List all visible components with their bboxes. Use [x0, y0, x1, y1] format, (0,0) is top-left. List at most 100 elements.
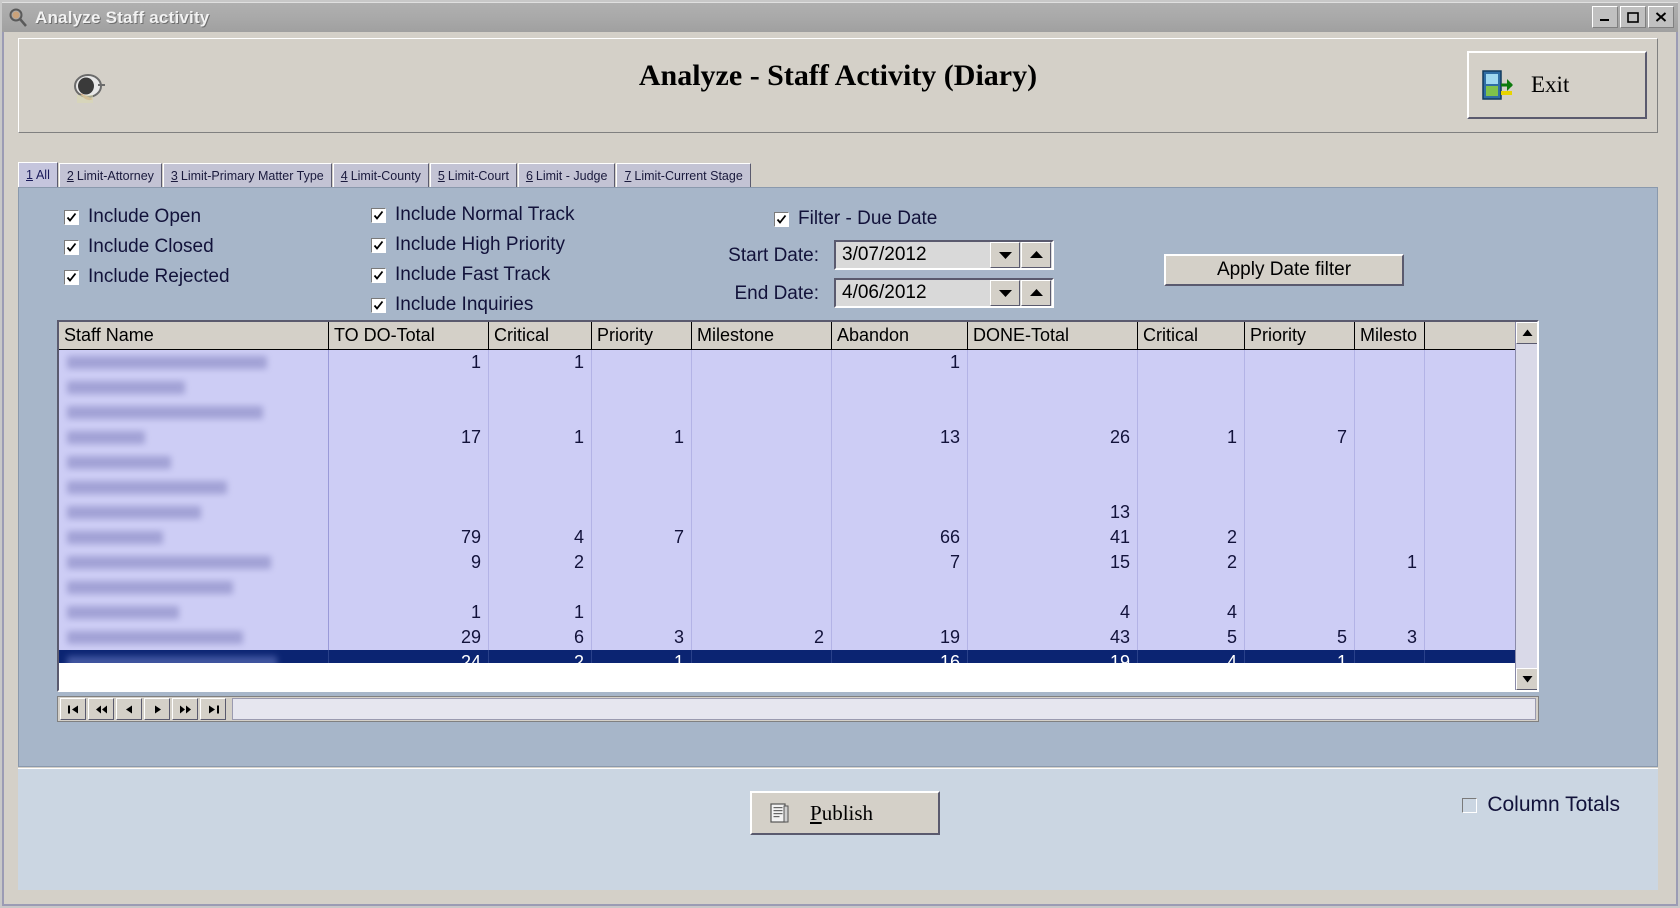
window-controls — [1592, 6, 1674, 28]
redacted-staff-name — [67, 406, 263, 419]
table-row[interactable]: 11 44 — [59, 600, 1537, 625]
grid-cell: 41 — [968, 525, 1138, 550]
tab-limit-attorney[interactable]: 2 Limit-Attorney — [58, 163, 162, 188]
grid-cell: 1 — [329, 350, 489, 375]
checkbox-include-fast-track[interactable]: Include Fast Track — [371, 264, 575, 286]
grid-cell — [1245, 350, 1355, 375]
tab-number: 1 — [26, 168, 33, 182]
redacted-staff-name — [67, 506, 201, 519]
grid-cell — [592, 575, 692, 600]
apply-date-filter-button[interactable]: Apply Date filter — [1164, 254, 1404, 286]
table-row[interactable]: 17 1 1 13 26 1 7 — [59, 425, 1537, 450]
grid-column-header[interactable]: Priority — [592, 322, 692, 349]
grid-cell — [1138, 500, 1245, 525]
grid-column-header[interactable]: Priority — [1245, 322, 1355, 349]
end-date-dropdown-icon[interactable] — [990, 280, 1020, 306]
table-row[interactable] — [59, 400, 1537, 425]
grid-vertical-scrollbar[interactable] — [1515, 322, 1537, 690]
grid-column-header[interactable]: DONE-Total — [968, 322, 1138, 349]
table-row[interactable]: 24 2 1 16 19 4 1 — [59, 650, 1537, 663]
grid-cell — [592, 450, 692, 475]
minimize-icon[interactable] — [1592, 6, 1618, 28]
grid-cell: 2 — [1138, 550, 1245, 575]
prev-page-icon[interactable] — [88, 698, 114, 720]
checkbox-icon — [64, 269, 79, 285]
checkbox-icon — [371, 207, 386, 223]
tab-limit-court[interactable]: 5 Limit-Court — [429, 163, 517, 188]
filter-due-date-label: Filter - Due Date — [798, 208, 938, 229]
scroll-up-arrow-icon[interactable] — [1516, 322, 1537, 344]
grid-cell — [329, 475, 489, 500]
end-date-field[interactable]: 4/06/2012 — [834, 278, 1054, 308]
checkbox-include-rejected[interactable]: Include Rejected — [64, 266, 230, 288]
tab-limit-judge[interactable]: 6 Limit - Judge — [517, 163, 616, 188]
grid-cell: 16 — [832, 650, 968, 663]
grid-cell: 4 — [1138, 600, 1245, 625]
checkbox-icon — [64, 239, 79, 255]
grid-cell — [692, 550, 832, 575]
start-date-up-icon[interactable] — [1021, 242, 1051, 268]
grid-cell: 17 — [329, 425, 489, 450]
staff-name-cell — [59, 425, 329, 450]
grid-column-header[interactable]: Abandon — [832, 322, 968, 349]
tab-limit-current-stage[interactable]: 7 Limit-Current Stage — [616, 163, 751, 188]
grid-cell: 1 — [1355, 550, 1425, 575]
next-record-icon[interactable] — [144, 698, 170, 720]
tab-limit-primary-matter-type[interactable]: 3 Limit-Primary Matter Type — [162, 163, 332, 188]
checkbox-include-open[interactable]: Include Open — [64, 206, 230, 228]
grid-column-header[interactable]: Critical — [489, 322, 592, 349]
grid-cell — [1355, 575, 1425, 600]
scroll-down-arrow-icon[interactable] — [1516, 668, 1537, 690]
close-icon[interactable] — [1648, 6, 1674, 28]
grid-column-header[interactable]: Staff Name — [59, 322, 329, 349]
checkbox-include-inquiries[interactable]: Include Inquiries — [371, 294, 575, 316]
tab-all[interactable]: 1 All — [18, 162, 58, 188]
table-row[interactable] — [59, 475, 1537, 500]
last-record-icon[interactable] — [200, 698, 226, 720]
end-date-up-icon[interactable] — [1021, 280, 1051, 306]
grid-header-row: Staff Name TO DO-Total Critical Priority Mil… — [59, 322, 1537, 350]
grid-column-header[interactable]: Milestone — [692, 322, 832, 349]
window-icon — [7, 7, 29, 29]
grid-cell — [489, 500, 592, 525]
grid-cell — [1245, 450, 1355, 475]
table-row[interactable] — [59, 575, 1537, 600]
table-row[interactable]: 79 4 7 66 41 2 — [59, 525, 1537, 550]
checkbox-include-high-priority[interactable]: Include High Priority — [371, 234, 575, 256]
next-page-icon[interactable] — [172, 698, 198, 720]
grid-cell — [489, 450, 592, 475]
grid-column-header[interactable]: Milesto — [1355, 322, 1425, 349]
grid-horizontal-scrollbar[interactable] — [232, 698, 1536, 720]
table-row[interactable]: 111 — [59, 350, 1537, 375]
grid-column-header[interactable]: Critical — [1138, 322, 1245, 349]
table-row[interactable]: 9 2 7 15 2 1 — [59, 550, 1537, 575]
grid-cell: 19 — [968, 650, 1138, 663]
grid-column-header[interactable]: TO DO-Total — [329, 322, 489, 349]
client-area: Analyze - Staff Activity (Diary) Exit 1 … — [2, 32, 1678, 906]
grid-cell: 2 — [489, 650, 592, 663]
publish-button[interactable]: Publish — [750, 791, 940, 835]
start-date-field[interactable]: 3/07/2012 — [834, 240, 1054, 270]
redacted-staff-name — [67, 431, 145, 444]
exit-button[interactable]: Exit — [1467, 51, 1647, 119]
tab-limit-county[interactable]: 4 Limit-County — [332, 163, 429, 188]
grid-cell — [592, 500, 692, 525]
filter-due-date-checkbox[interactable]: Filter - Due Date — [774, 208, 937, 230]
tab-label: Limit - Judge — [535, 168, 608, 183]
checkbox-include-closed[interactable]: Include Closed — [64, 236, 230, 258]
checkbox-include-normal-track[interactable]: Include Normal Track — [371, 204, 575, 226]
grid-cell — [489, 475, 592, 500]
prev-record-icon[interactable] — [116, 698, 142, 720]
column-totals-checkbox[interactable]: Column Totals — [1462, 793, 1620, 817]
grid-cell: 1 — [489, 350, 592, 375]
staff-name-cell — [59, 625, 329, 650]
table-row[interactable] — [59, 450, 1537, 475]
publish-accel-letter: P — [810, 800, 822, 825]
maximize-icon[interactable] — [1620, 6, 1646, 28]
table-row[interactable]: 29 6 3 2 19 43 5 5 3 — [59, 625, 1537, 650]
header-panel: Analyze - Staff Activity (Diary) Exit — [18, 38, 1658, 133]
start-date-dropdown-icon[interactable] — [990, 242, 1020, 268]
first-record-icon[interactable] — [60, 698, 86, 720]
table-row[interactable]: 13 — [59, 500, 1537, 525]
table-row[interactable] — [59, 375, 1537, 400]
